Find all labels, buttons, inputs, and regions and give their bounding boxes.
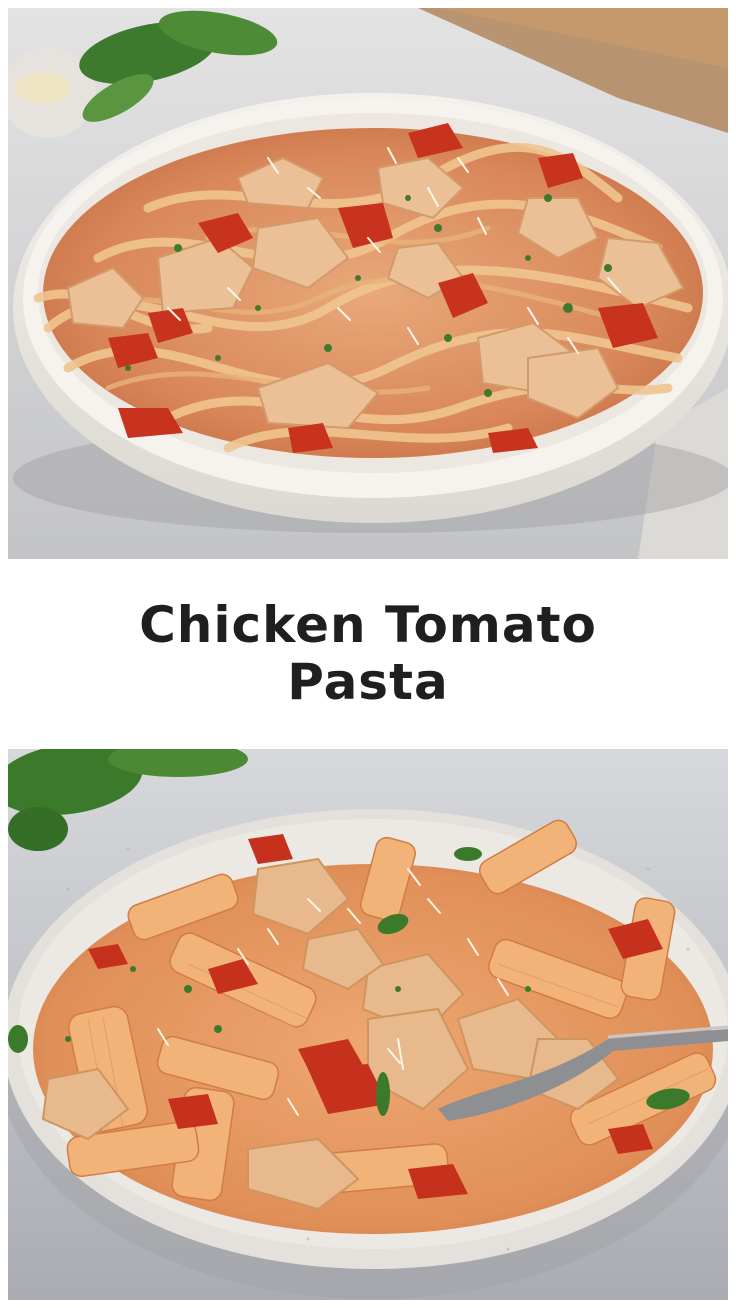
penne-pasta-image — [8, 749, 728, 1300]
title-block: Chicken Tomato Pasta — [0, 559, 736, 749]
recipe-title: Chicken Tomato Pasta — [139, 596, 597, 711]
top-dish-photo — [8, 8, 728, 559]
fettuccine-pasta-image — [8, 8, 728, 559]
bottom-dish-photo — [8, 749, 728, 1300]
recipe-pin: Chicken Tomato Pasta — [0, 0, 736, 1308]
